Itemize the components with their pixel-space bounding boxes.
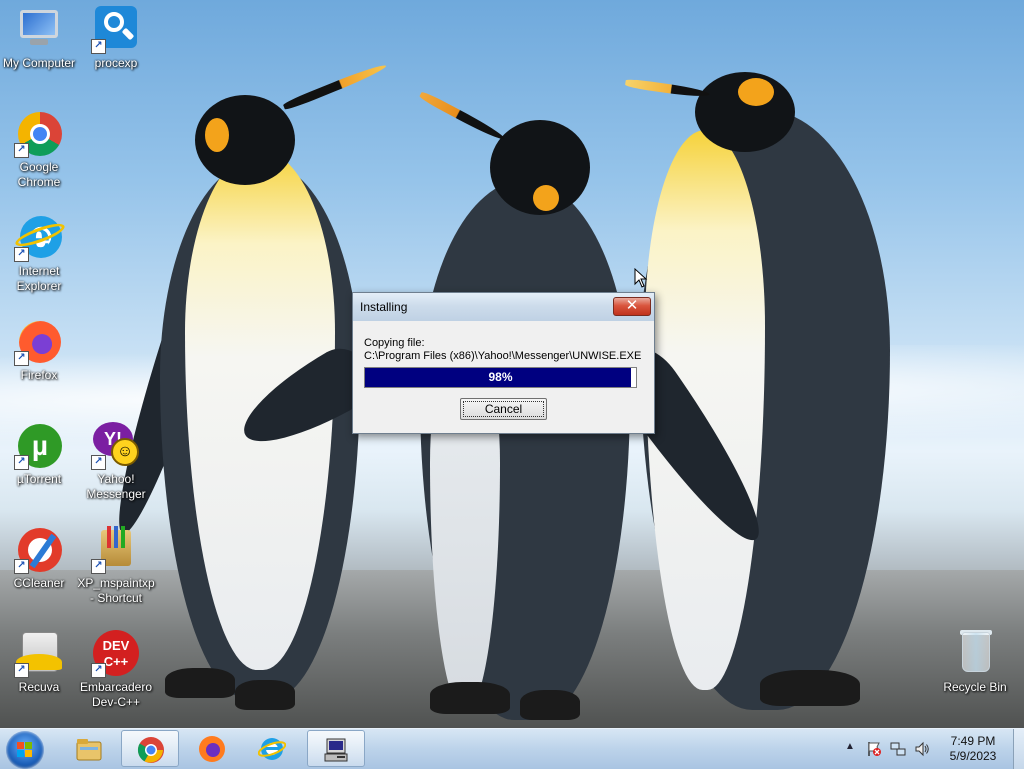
shortcut-arrow-icon: ↗ [14,351,29,366]
start-button[interactable] [6,731,44,769]
desktop-icon-internet-explorer[interactable]: e ↗ Internet Explorer [0,214,78,294]
desktop-icon-firefox[interactable]: ↗ Firefox [0,318,78,383]
ie-icon [258,738,286,760]
computer-icon [20,10,58,38]
desktop-icon-label: Recuva [18,680,60,694]
dialog-titlebar[interactable]: Installing ✕ [353,293,654,321]
desktop-icon-mspaint-shortcut[interactable]: ↗ XP_mspaintxp - Shortcut [77,526,155,606]
recycle-bin-icon [962,632,990,672]
desktop-icon-google-chrome[interactable]: ↗ Google Chrome [0,110,78,190]
windows-logo-icon [17,742,33,758]
desktop-icon-devcpp[interactable]: DEV C++ ↗ Embarcadero Dev-C++ [77,630,155,710]
shortcut-arrow-icon: ↗ [14,455,29,470]
show-hidden-icons-button[interactable]: ▲ [845,741,855,752]
desktop-icon-label: Yahoo! Messenger [86,472,146,501]
shortcut-arrow-icon: ↗ [14,559,29,574]
shortcut-arrow-icon: ↗ [14,663,29,678]
taskbar-explorer-button[interactable] [60,730,118,767]
desktop-icon-label: My Computer [2,56,76,70]
taskbar: ▲ 7:49 PM 5/9/2023 [0,728,1024,769]
show-desktop-button[interactable] [1013,729,1024,769]
shortcut-arrow-icon: ↗ [91,559,106,574]
firefox-icon [199,736,225,762]
action-center-flag-icon[interactable] [866,741,882,757]
taskbar-ie-button[interactable] [243,730,301,767]
volume-icon[interactable] [914,741,930,757]
desktop-icon-label: Embarcadero Dev-C++ [79,680,153,709]
shortcut-arrow-icon: ↗ [91,663,106,678]
close-button[interactable]: ✕ [613,297,651,316]
taskbar-firefox-button[interactable] [183,730,241,767]
progress-text: 98% [488,370,513,384]
desktop-icon-ccleaner[interactable]: ↗ CCleaner [0,526,78,591]
clock-time: 7:49 PM [950,734,996,748]
taskbar-chrome-button[interactable] [121,730,179,767]
desktop-icon-label: Google Chrome [17,160,61,189]
desktop-icon-label: procexp [94,56,138,70]
dialog-body: Copying file: C:\Program Files (x86)\Yah… [361,321,646,427]
desktop-icon-label: Firefox [20,368,58,382]
taskbar-installer-button[interactable] [307,730,365,767]
dialog-title: Installing [360,300,408,314]
desktop-icon-label: µTorrent [16,472,62,486]
desktop-icon-label: CCleaner [13,576,65,590]
desktop-icon-recuva[interactable]: ↗ Recuva [0,630,78,695]
clock-date: 5/9/2023 [949,749,997,763]
desktop-icon-label: XP_mspaintxp - Shortcut [77,576,155,605]
progress-bar: 98% [364,367,637,388]
desktop-icon-label: Recycle Bin [943,680,1007,694]
clock[interactable]: 7:49 PM 5/9/2023 [935,734,1011,764]
cancel-button[interactable]: Cancel [460,398,547,420]
desktop-icon-my-computer[interactable]: My Computer [0,6,78,71]
explorer-icon [76,739,102,761]
close-icon: ✕ [625,297,639,314]
chrome-icon [137,737,164,763]
shortcut-arrow-icon: ↗ [14,143,29,158]
shortcut-arrow-icon: ↗ [91,455,106,470]
copying-file-path: C:\Program Files (x86)\Yahoo!\Messenger\… [364,350,642,362]
shortcut-arrow-icon: ↗ [14,247,29,262]
desktop-icon-utorrent[interactable]: µ ↗ µTorrent [0,422,78,487]
network-icon[interactable] [890,741,906,757]
desktop-icon-procexp[interactable]: ↗ procexp [77,6,155,71]
shortcut-arrow-icon: ↗ [91,39,106,54]
installing-dialog: Installing ✕ Copying file: C:\Program Fi… [352,292,655,434]
copying-file-label: Copying file: [364,337,425,349]
installer-icon [324,738,348,762]
desktop-icon-yahoo-messenger[interactable]: Y! ☺ ↗ Yahoo! Messenger [77,422,155,502]
desktop-icon-label: Internet Explorer [16,264,62,293]
desktop-icon-recycle-bin[interactable]: Recycle Bin [936,630,1014,695]
smiley-icon: ☺ [111,438,139,466]
mouse-cursor-icon [634,268,648,288]
